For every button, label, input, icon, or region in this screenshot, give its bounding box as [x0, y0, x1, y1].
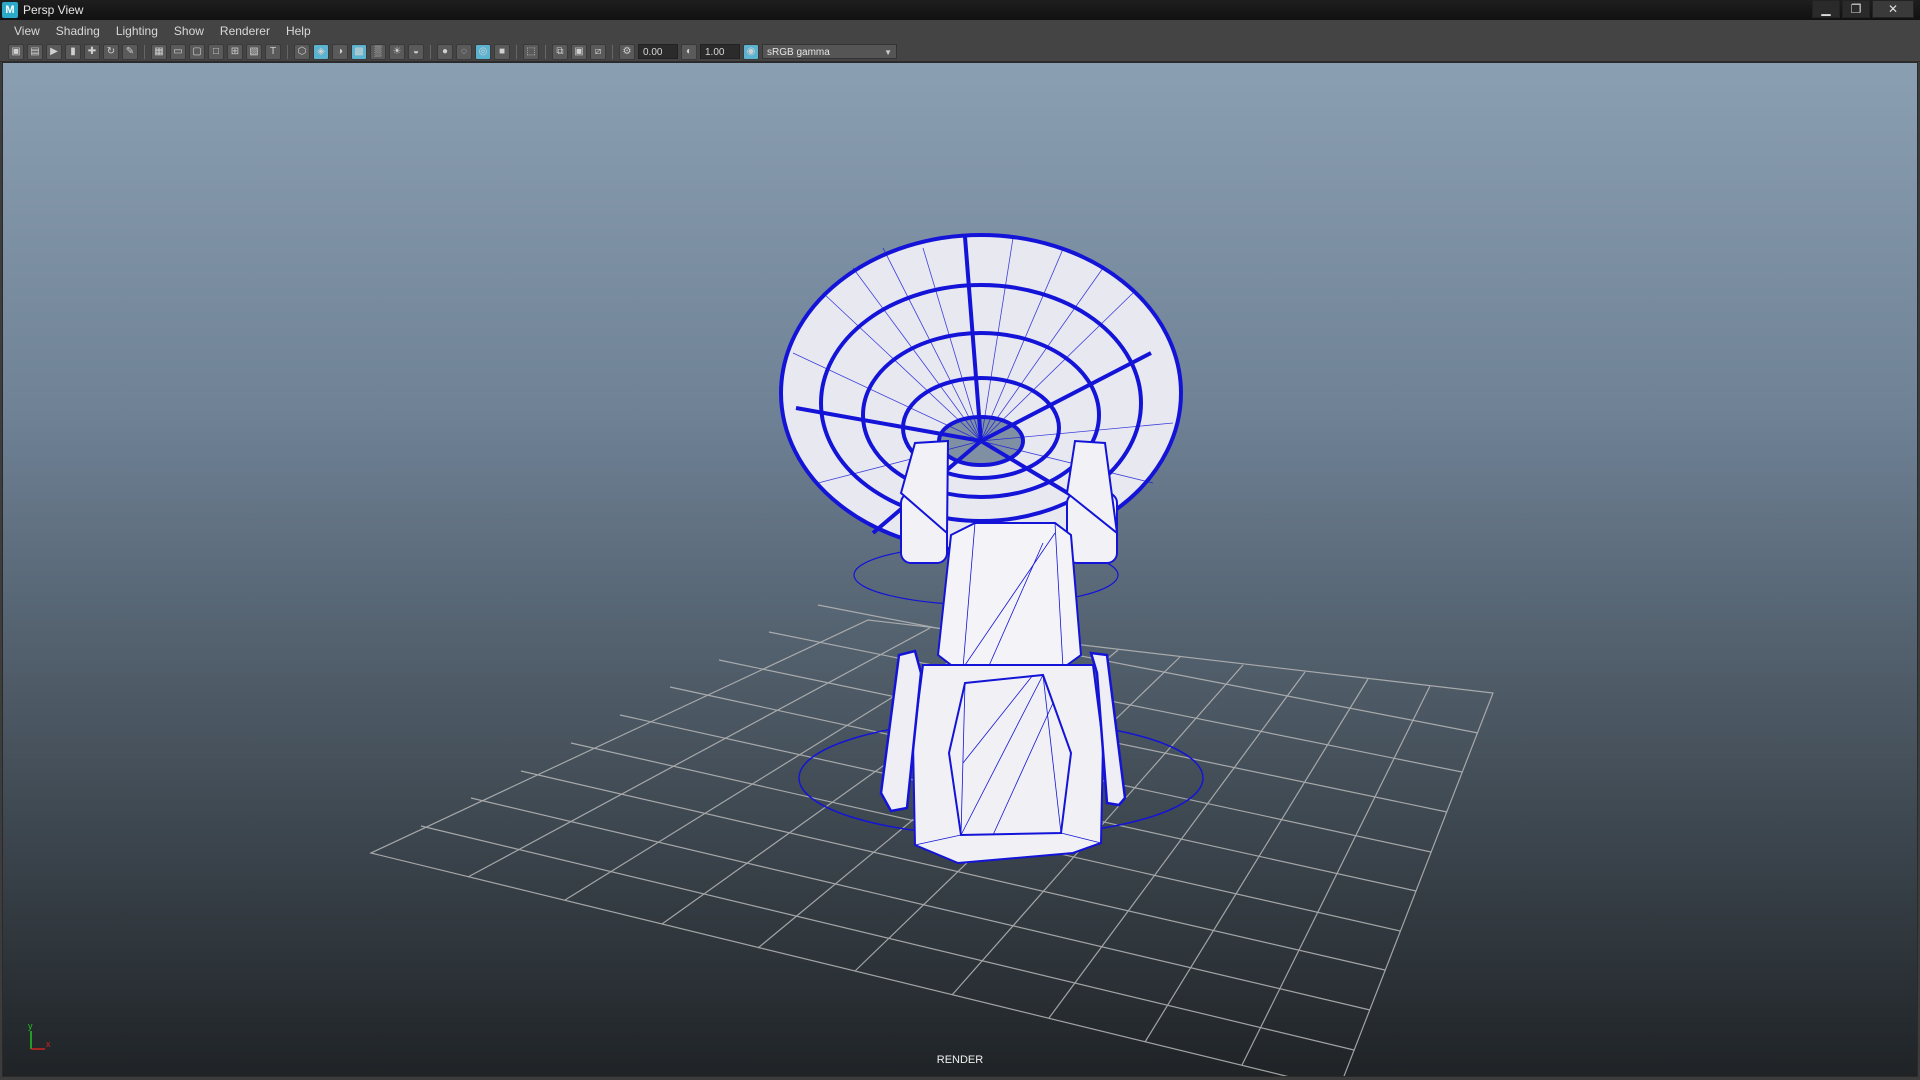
resolution-gate-icon[interactable]: ▢: [189, 43, 205, 60]
pan-icon[interactable]: ✚: [84, 43, 100, 60]
xray-icon[interactable]: ■: [494, 43, 510, 60]
menu-view[interactable]: View: [6, 20, 48, 42]
textured-icon[interactable]: ▩: [351, 43, 367, 60]
joints-icon[interactable]: ⧄: [590, 43, 606, 60]
close-icon: ✕: [1887, 2, 1899, 16]
exposure-field[interactable]: 0.00: [638, 44, 678, 59]
persp-viewport[interactable]: y x RENDER: [2, 62, 1918, 1077]
field-chart-icon[interactable]: ⊞: [227, 43, 243, 60]
shadow-icon[interactable]: ◒: [408, 43, 424, 60]
smooth-shade-icon[interactable]: ◈: [313, 43, 329, 60]
menu-lighting[interactable]: Lighting: [108, 20, 166, 42]
antialias-icon[interactable]: ◎: [475, 43, 491, 60]
camera-select-icon[interactable]: ▤: [27, 43, 43, 60]
minimize-button[interactable]: ▁: [1812, 0, 1840, 18]
minimize-icon: ▁: [1821, 2, 1831, 16]
maya-app-icon: M: [2, 2, 18, 18]
title-bar: M Persp View ▁ ❐ ✕: [0, 0, 1920, 20]
axis-y-label: y: [28, 1021, 33, 1031]
view-axis-gizmo: y x: [28, 1021, 51, 1050]
gamma-field[interactable]: 1.00: [700, 44, 740, 59]
component-icon[interactable]: ⧉: [552, 43, 568, 60]
tumble-icon[interactable]: ↻: [103, 43, 119, 60]
wireframe-on-shaded-icon[interactable]: ◑: [332, 43, 348, 60]
menu-shading[interactable]: Shading: [48, 20, 108, 42]
toolbar-separator: [516, 44, 517, 59]
pencil-icon[interactable]: ✎: [122, 43, 138, 60]
menu-help[interactable]: Help: [278, 20, 319, 42]
menu-bar: View Shading Lighting Show Renderer Help: [0, 20, 1920, 42]
camera-next-icon[interactable]: ▶: [46, 43, 62, 60]
light-icon[interactable]: ☀: [389, 43, 405, 60]
panel-toolbar: ▣ ▤ ▶ ▮ ✚ ↻ ✎ ▦ ▭ ▢ □ ⊞ ▧ T ⬡ ◈ ◑ ▩ ▒ ☀ …: [0, 42, 1920, 62]
ambient-occlusion-icon[interactable]: ●: [437, 43, 453, 60]
dish-mesh: [779, 233, 1183, 553]
camera-icon[interactable]: ▣: [8, 43, 24, 60]
exposure-icon[interactable]: ⚙: [619, 43, 635, 60]
isolate-icon[interactable]: ⬚: [523, 43, 539, 60]
pedestal-mesh: [911, 664, 1105, 865]
close-button[interactable]: ✕: [1872, 0, 1914, 18]
viewport-canvas: y x: [28, 233, 1494, 1076]
window-title: Persp View: [23, 3, 84, 17]
color-space-select[interactable]: sRGB gamma: [762, 44, 897, 60]
window-controls: ▁ ❐ ✕: [1812, 0, 1914, 18]
checker-icon[interactable]: ▒: [370, 43, 386, 60]
toolbar-separator: [430, 44, 431, 59]
toolbar-separator: [612, 44, 613, 59]
film-gate-icon[interactable]: ▭: [170, 43, 186, 60]
bookmark-icon[interactable]: ▮: [65, 43, 81, 60]
menu-show[interactable]: Show: [166, 20, 212, 42]
wireframe-icon[interactable]: ⬡: [294, 43, 310, 60]
backface-icon[interactable]: ▣: [571, 43, 587, 60]
restore-button[interactable]: ❐: [1842, 0, 1870, 18]
gate-mask-icon[interactable]: □: [208, 43, 224, 60]
hud-render-label: RENDER: [936, 1054, 984, 1066]
axis-x-label: x: [46, 1039, 51, 1049]
safe-title-icon[interactable]: T: [265, 43, 281, 60]
restore-icon: ❐: [1850, 2, 1862, 16]
turret-mesh: [936, 522, 1083, 669]
grid-icon[interactable]: ▦: [151, 43, 167, 60]
motion-blur-icon[interactable]: ◌: [456, 43, 472, 60]
safe-action-icon[interactable]: ▧: [246, 43, 262, 60]
color-mgmt-icon[interactable]: ◉: [743, 43, 759, 60]
menu-renderer[interactable]: Renderer: [212, 20, 278, 42]
toolbar-separator: [144, 44, 145, 59]
gamma-icon[interactable]: ◐: [681, 43, 697, 60]
toolbar-separator: [545, 44, 546, 59]
toolbar-separator: [287, 44, 288, 59]
